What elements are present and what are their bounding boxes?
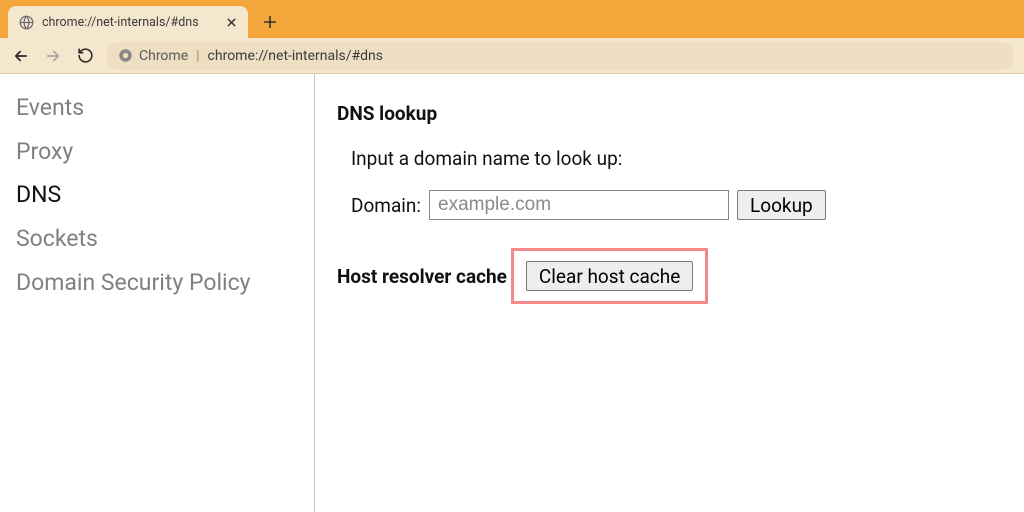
omnibox-url: chrome://net-internals/#dns <box>208 48 383 64</box>
domain-label: Domain: <box>351 194 421 217</box>
browser-tab-strip: chrome://net-internals/#dns <box>0 0 1024 38</box>
omnibox-scheme-label: Chrome <box>139 48 188 64</box>
tab-title: chrome://net-internals/#dns <box>42 15 216 30</box>
dns-lookup-form: Domain: Lookup <box>351 190 1002 220</box>
domain-input[interactable] <box>429 190 729 220</box>
reload-button[interactable] <box>74 45 96 67</box>
forward-button[interactable] <box>42 45 64 67</box>
back-button[interactable] <box>10 45 32 67</box>
omnibox-divider: | <box>196 48 199 64</box>
new-tab-button[interactable] <box>256 8 284 36</box>
sidebar-item-proxy[interactable]: Proxy <box>16 130 314 174</box>
sidebar-item-events[interactable]: Events <box>16 86 314 130</box>
sidebar: Events Proxy DNS Sockets Domain Security… <box>0 74 315 512</box>
chrome-icon: Chrome <box>118 48 188 64</box>
main-content: DNS lookup Input a domain name to look u… <box>315 74 1024 512</box>
dns-lookup-heading: DNS lookup <box>337 102 1002 125</box>
highlight-annotation: Clear host cache <box>511 248 708 304</box>
sidebar-item-sockets[interactable]: Sockets <box>16 217 314 261</box>
browser-toolbar: Chrome | chrome://net-internals/#dns <box>0 38 1024 74</box>
sidebar-item-domain-security-policy[interactable]: Domain Security Policy <box>16 261 314 305</box>
host-resolver-section: Host resolver cache Clear host cache <box>337 248 1002 304</box>
globe-icon <box>18 14 34 30</box>
close-icon[interactable] <box>224 15 238 29</box>
page-body: Events Proxy DNS Sockets Domain Security… <box>0 74 1024 512</box>
lookup-button[interactable]: Lookup <box>737 190 826 220</box>
sidebar-item-dns[interactable]: DNS <box>16 173 314 217</box>
clear-host-cache-button[interactable]: Clear host cache <box>526 261 693 291</box>
dns-lookup-hint: Input a domain name to look up: <box>351 147 1002 170</box>
host-resolver-heading: Host resolver cache <box>337 265 507 288</box>
address-bar[interactable]: Chrome | chrome://net-internals/#dns <box>106 42 1014 70</box>
browser-tab[interactable]: chrome://net-internals/#dns <box>8 6 248 38</box>
